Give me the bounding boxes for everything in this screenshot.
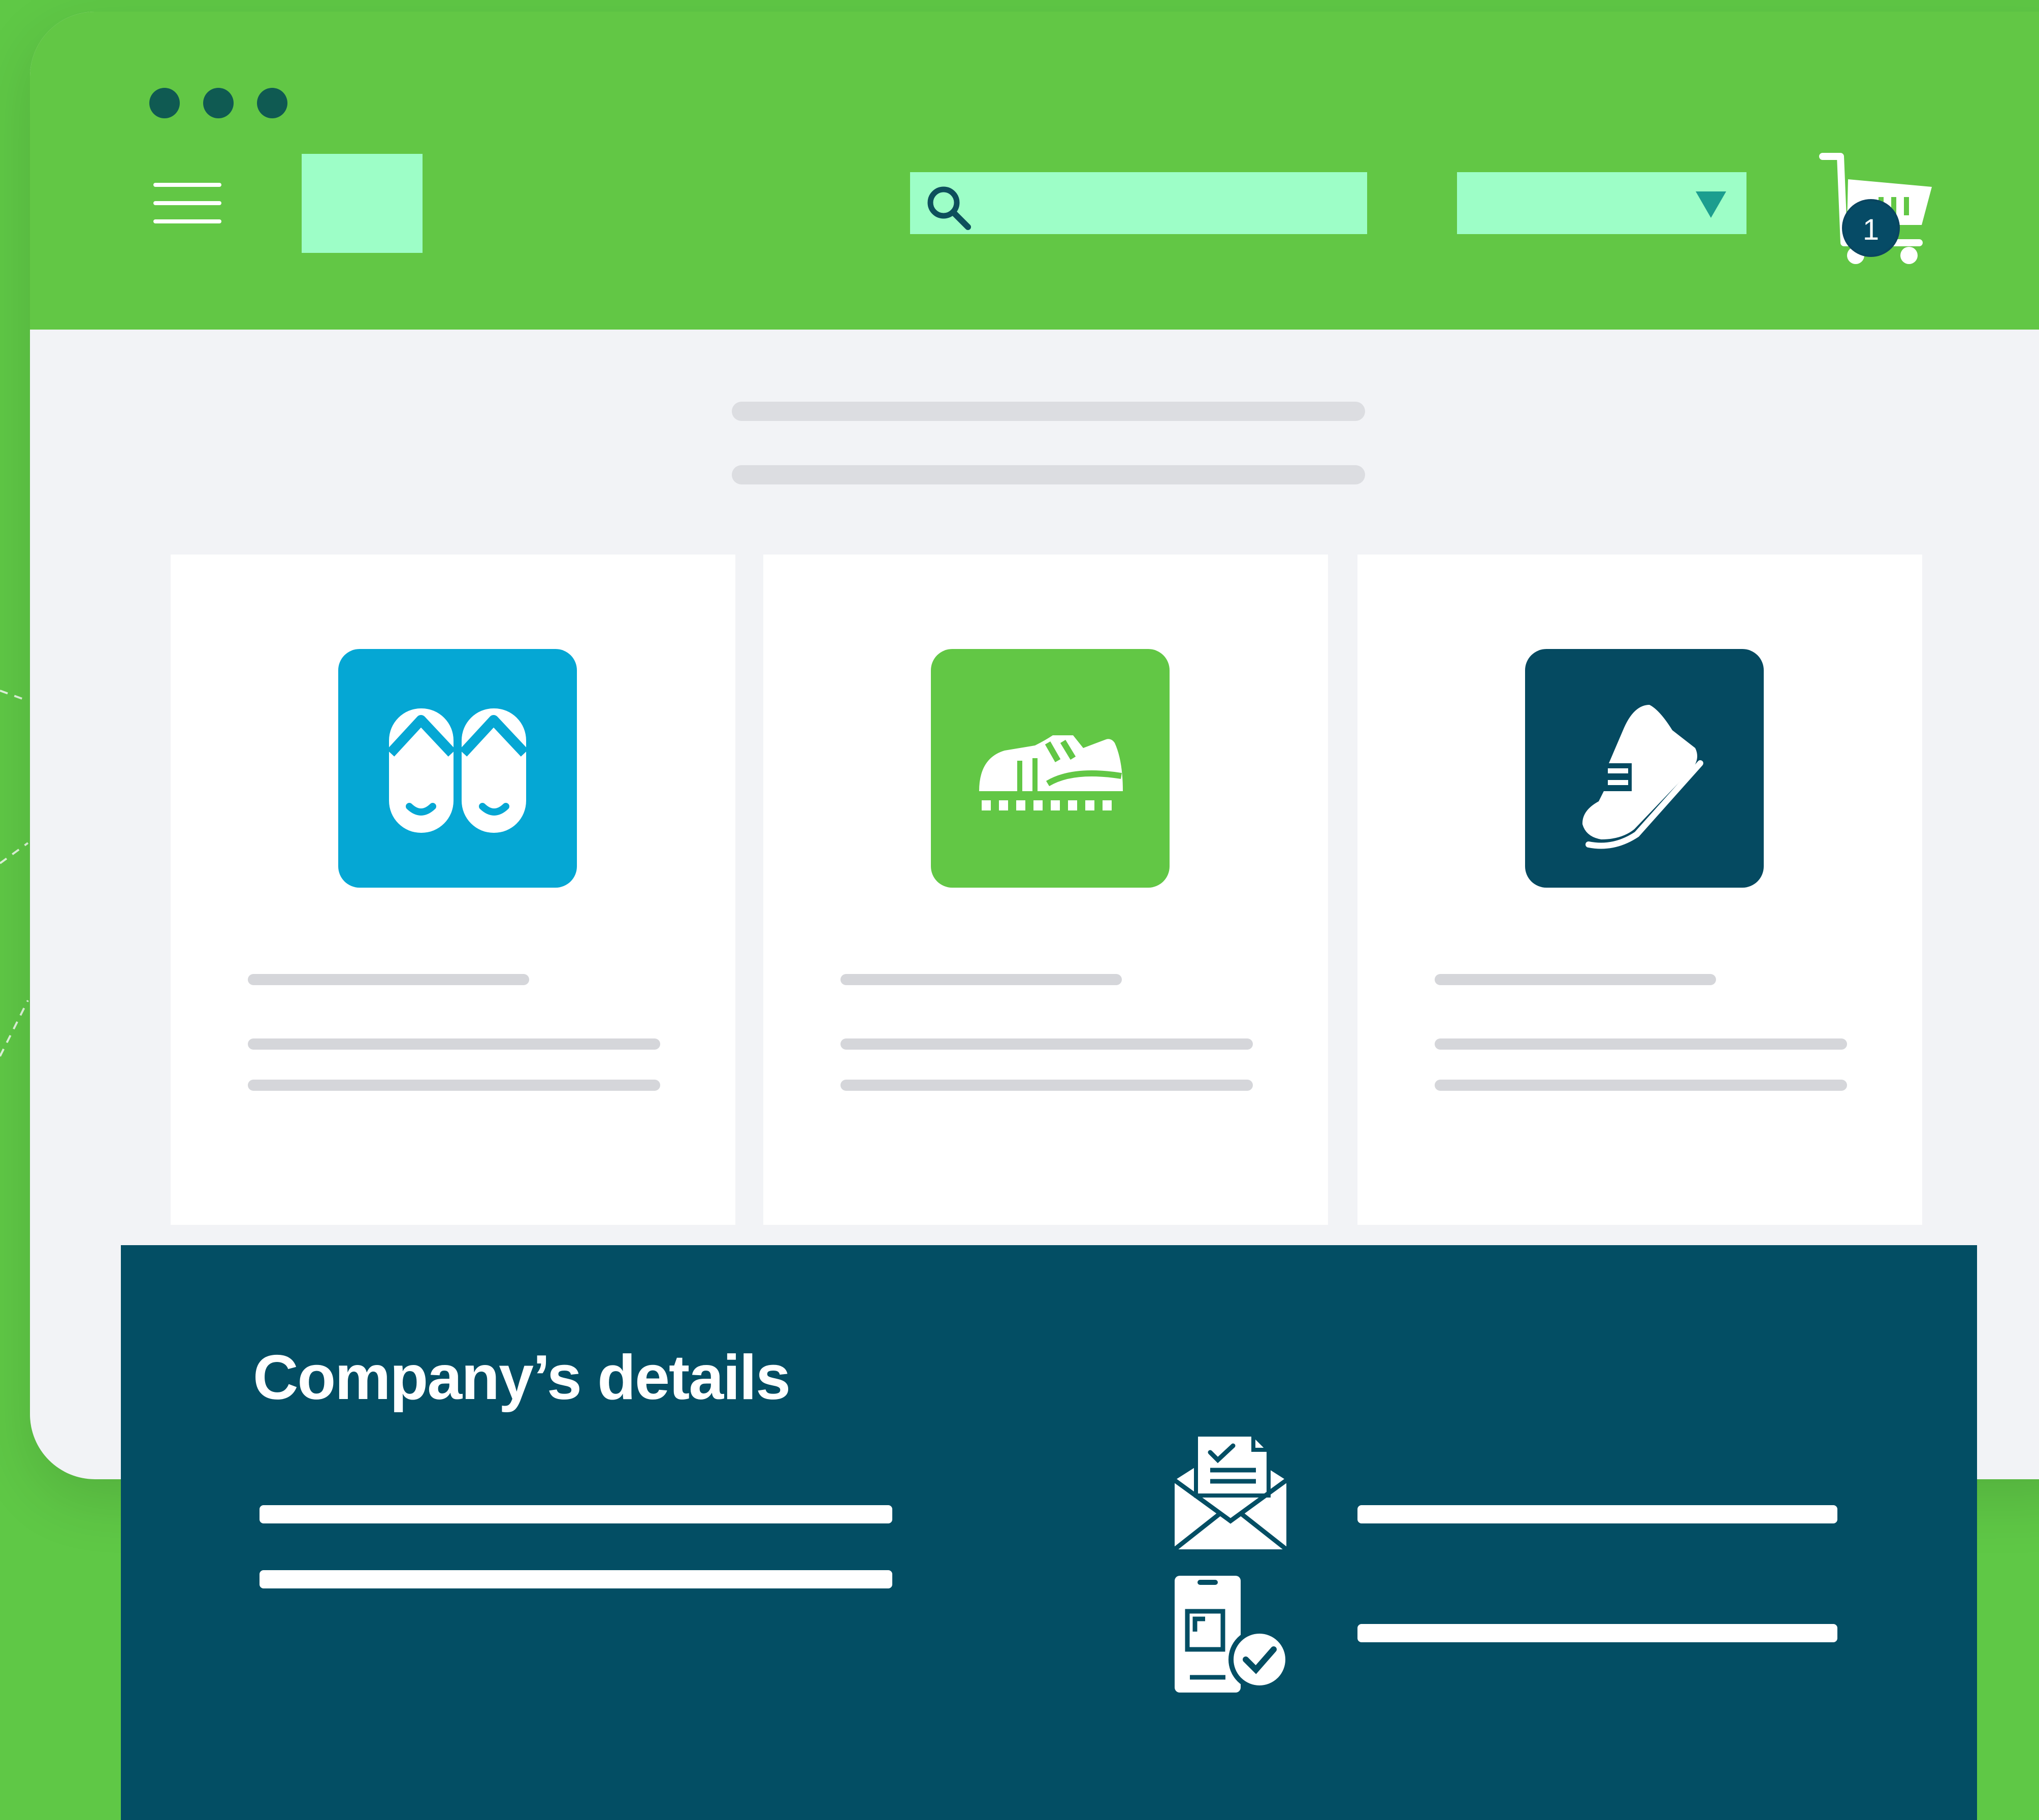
company-detail-line [260,1570,892,1588]
product-card[interactable] [171,555,735,1225]
product-title-placeholder [248,974,529,985]
search-input[interactable] [910,172,1367,234]
product-text-placeholder [840,1080,1253,1091]
product-text-placeholder [1435,1038,1847,1050]
search-icon [927,186,971,230]
product-title-placeholder [840,974,1122,985]
company-email-line [1357,1505,1837,1523]
cleats-shoe-icon [931,649,1170,888]
company-details-title: Company’s details [253,1343,791,1413]
header-bar [30,12,2039,330]
product-text-placeholder [248,1080,660,1091]
window-dot [203,88,234,118]
cart-count-badge: 1 [1842,199,1900,257]
product-card[interactable] [763,555,1328,1225]
hamburger-menu-icon[interactable] [153,170,221,236]
product-card[interactable] [1357,555,1922,1225]
logo[interactable] [302,154,423,253]
email-document-icon [1175,1435,1286,1549]
product-text-placeholder [840,1038,1253,1050]
window-dot [149,88,180,118]
company-detail-line [260,1505,892,1523]
sneaker-icon [1525,649,1764,888]
window-dot [257,88,287,118]
flip-flops-icon [338,649,577,888]
category-select[interactable] [1457,172,1746,234]
chevron-down-icon [1696,191,1726,218]
product-title-placeholder [1435,974,1716,985]
heading-placeholder-line [732,402,1365,421]
subheading-placeholder-line [732,465,1365,484]
product-text-placeholder [248,1038,660,1050]
product-text-placeholder [1435,1080,1847,1091]
mobile-verified-icon [1175,1576,1286,1693]
company-phone-line [1357,1624,1837,1642]
company-details-panel: Company’s details [121,1245,1977,1820]
